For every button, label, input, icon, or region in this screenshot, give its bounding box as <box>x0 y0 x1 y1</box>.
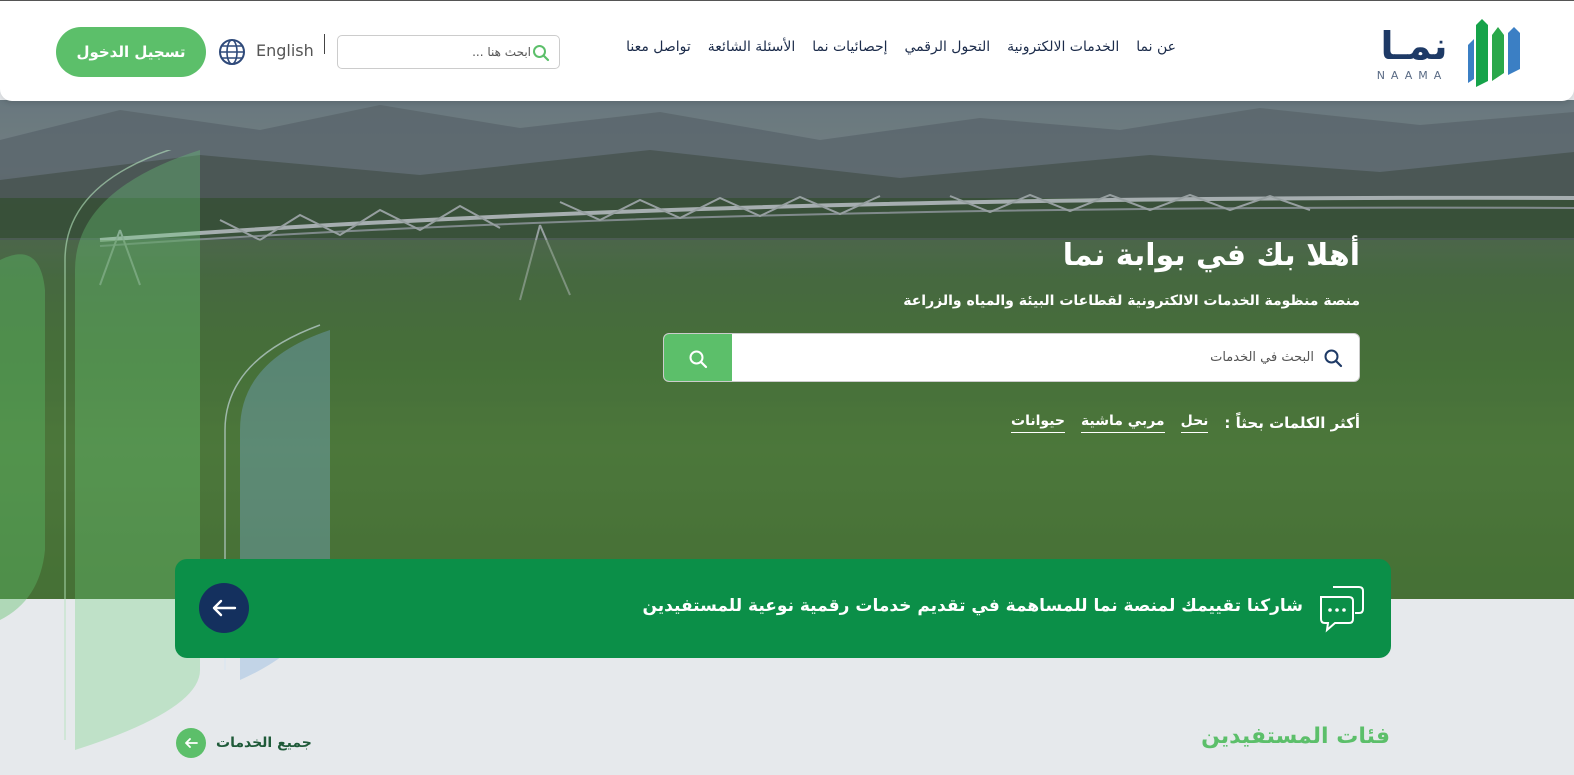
services-search-input[interactable] <box>744 334 1314 381</box>
search-icon[interactable] <box>532 44 550 62</box>
all-services-link[interactable]: جميع الخدمات <box>176 728 312 758</box>
nav-e-services[interactable]: الخدمات الالكترونية <box>1007 39 1119 55</box>
services-search <box>663 333 1360 382</box>
feedback-banner[interactable]: شاركنا تقييمك لمنصة نما للمساهمة في تقدي… <box>175 559 1391 658</box>
search-icon <box>689 350 708 368</box>
popular-keywords-label: أكثر الكلمات بحثاً : <box>1224 414 1360 432</box>
services-search-button[interactable] <box>664 334 732 381</box>
nav-contact[interactable]: تواصل معنا <box>626 39 691 55</box>
popular-keywords: أكثر الكلمات بحثاً : نحل مربي ماشية حيوا… <box>1011 413 1360 433</box>
divider <box>324 34 325 54</box>
feedback-arrow-button[interactable] <box>199 583 249 633</box>
hero-subtitle: منصة منظومة الخدمات الالكترونية لقطاعات … <box>903 293 1360 309</box>
arrow-left-icon <box>176 728 206 758</box>
hero-title: أهلا بك في بوابة نما <box>1062 238 1360 273</box>
nav-digital-transformation[interactable]: التحول الرقمي <box>905 39 991 55</box>
globe-icon[interactable] <box>218 38 246 66</box>
chat-bubbles-icon <box>1320 586 1364 633</box>
logo-latin: NAAMA <box>1377 69 1448 82</box>
header-search-input[interactable] <box>346 36 531 68</box>
language-switch[interactable]: English <box>256 41 314 60</box>
all-services-label: جميع الخدمات <box>216 735 312 751</box>
beneficiary-categories-title: فئات المستفيدين <box>1201 724 1390 749</box>
logo-arabic: نمـا <box>1380 24 1447 68</box>
keyword-link[interactable]: مربي ماشية <box>1081 413 1165 433</box>
search-icon <box>1324 349 1343 368</box>
login-button[interactable]: تسجيل الدخول <box>56 27 206 77</box>
nav-faq[interactable]: الأسئلة الشائعة <box>708 39 796 55</box>
site-header: تسجيل الدخول English عن نما الخدمات الال… <box>0 0 1574 101</box>
hero-banner: أهلا بك في بوابة نما منصة منظومة الخدمات… <box>0 100 1574 599</box>
keyword-link[interactable]: حيوانات <box>1011 413 1065 433</box>
keyword-link[interactable]: نحل <box>1180 413 1209 433</box>
feedback-text: شاركنا تقييمك لمنصة نما للمساهمة في تقدي… <box>642 596 1304 616</box>
arrow-left-icon <box>212 599 237 617</box>
nav-statistics[interactable]: إحصائيات نما <box>812 39 887 55</box>
naama-logo[interactable]: نمـا NAAMA <box>1364 15 1530 91</box>
main-nav: عن نما الخدمات الالكترونية التحول الرقمي… <box>626 39 1176 55</box>
nav-about[interactable]: عن نما <box>1136 39 1176 55</box>
header-search <box>337 35 560 69</box>
